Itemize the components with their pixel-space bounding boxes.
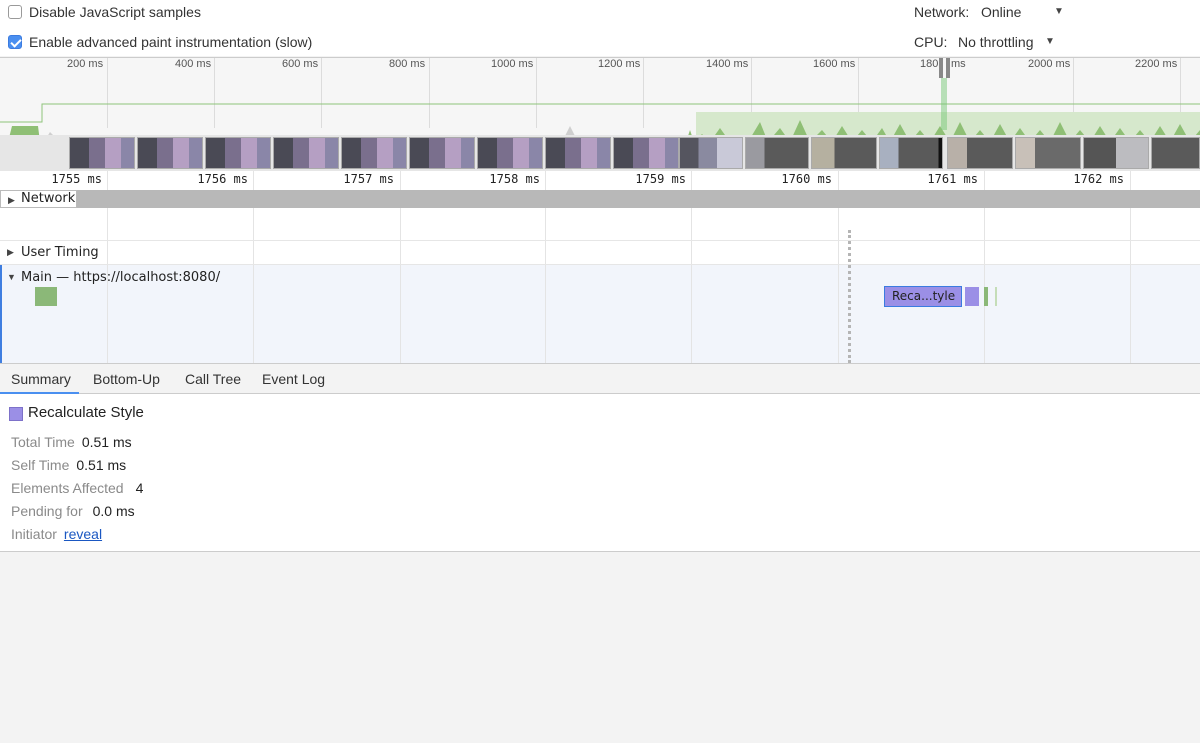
selection-window <box>941 78 947 130</box>
cpu-label: CPU: <box>914 34 948 50</box>
summary-value: 0.51 ms <box>81 434 132 450</box>
recalculate-style-block[interactable]: Reca...tyle <box>884 286 962 307</box>
overview-tick: 800 ms <box>389 58 426 70</box>
flame-chart[interactable]: ▶ Network ▶ User Timing ▼ Main — https:/… <box>0 190 1200 363</box>
summary-title: Recalculate Style <box>28 404 144 421</box>
task-block[interactable] <box>995 287 997 306</box>
summary-key: Pending for <box>11 503 83 519</box>
filmstrip-frame[interactable] <box>205 137 271 169</box>
filmstrip-frame[interactable] <box>745 137 809 169</box>
summary-row-self-time: Self Time 0.51 ms <box>11 457 126 473</box>
network-track[interactable] <box>0 190 1200 208</box>
network-track-label: Network <box>21 191 76 206</box>
tab-call-tree[interactable]: Call Tree <box>185 371 241 387</box>
ruler-tick: 1761 ms <box>927 172 978 186</box>
overview-tick: 2000 ms <box>1028 58 1071 70</box>
filmstrip-frame[interactable] <box>1015 137 1081 169</box>
filmstrip-frame[interactable] <box>879 137 943 169</box>
main-track-label[interactable]: Main — https://localhost:8080/ <box>21 270 220 285</box>
ruler-tick: 1759 ms <box>635 172 686 186</box>
network-label: Network: <box>914 4 970 20</box>
ruler-tick: 1757 ms <box>343 172 394 186</box>
task-block[interactable] <box>35 287 57 306</box>
main-track-selected-indicator <box>0 265 2 363</box>
filmstrip[interactable] <box>0 135 1200 171</box>
user-timing-track-label[interactable]: User Timing <box>21 245 99 260</box>
tab-bottom-up[interactable]: Bottom-Up <box>93 371 160 387</box>
filmstrip-frame[interactable] <box>679 137 743 169</box>
timeline-ruler: 1755 ms 1756 ms 1757 ms 1758 ms 1759 ms … <box>0 171 1200 190</box>
summary-row-total-time: Total Time 0.51 ms <box>11 434 132 450</box>
expand-triangle-icon[interactable]: ▶ <box>7 247 14 258</box>
settings-pane: Disable JavaScript samples Network: Onli… <box>0 0 1200 56</box>
filmstrip-frame[interactable] <box>477 137 543 169</box>
overview-tick: 1600 ms <box>813 58 856 70</box>
disable-js-samples-row[interactable]: Disable JavaScript samples Network: Onli… <box>0 0 1200 28</box>
summary-key: Self Time <box>11 457 70 473</box>
network-select[interactable]: Online <box>981 4 1021 20</box>
summary-value: 0.51 ms <box>76 457 127 473</box>
overview-tick: 1400 ms <box>706 58 749 70</box>
overview-tick: 180 <box>920 58 939 70</box>
expand-triangle-icon[interactable]: ▶ <box>8 193 15 209</box>
summary-row-elements-affected: Elements Affected 4 <box>11 480 143 496</box>
chevron-down-icon[interactable]: ▼ <box>1054 6 1064 17</box>
ruler-tick: 1755 ms <box>51 172 102 186</box>
summary-row-initiator: Initiator reveal <box>11 526 102 542</box>
overview-tick: 200 ms <box>67 58 104 70</box>
filmstrip-frame[interactable] <box>613 137 679 169</box>
initiator-reveal-link[interactable]: reveal <box>64 526 102 542</box>
overview-tick: ms <box>951 58 966 70</box>
summary-row-pending-for: Pending for 0.0 ms <box>11 503 135 519</box>
disable-js-samples-checkbox[interactable] <box>8 5 22 19</box>
filmstrip-frame[interactable] <box>1151 137 1200 169</box>
advanced-paint-row[interactable]: Enable advanced paint instrumentation (s… <box>0 30 1200 58</box>
summary-pane: Recalculate Style Total Time 0.51 ms Self… <box>0 394 1200 552</box>
filmstrip-frame[interactable] <box>273 137 339 169</box>
category-color-swatch <box>9 407 23 421</box>
timestamp-marker <box>848 230 851 363</box>
summary-key: Total Time <box>11 434 75 450</box>
ruler-tick: 1762 ms <box>1073 172 1124 186</box>
summary-value: 0.0 ms <box>92 503 135 519</box>
performance-panel: Disable JavaScript samples Network: Onli… <box>0 0 1200 743</box>
task-block[interactable] <box>965 287 979 306</box>
filmstrip-frame[interactable] <box>137 137 203 169</box>
selection-right-handle[interactable] <box>946 58 950 78</box>
network-track-header[interactable]: ▶ Network <box>0 190 77 208</box>
filmstrip-frame[interactable] <box>341 137 407 169</box>
overview-tick: 1000 ms <box>491 58 534 70</box>
ruler-tick: 1758 ms <box>489 172 540 186</box>
summary-value: 4 <box>135 480 144 496</box>
chevron-down-icon[interactable]: ▼ <box>1045 36 1055 47</box>
collapse-triangle-icon[interactable]: ▼ <box>7 272 16 282</box>
details-tabs: Summary Bottom-Up Call Tree Event Log <box>0 363 1200 394</box>
overview-tick: 2200 ms <box>1135 58 1178 70</box>
tab-event-log[interactable]: Event Log <box>262 371 325 387</box>
timeline-overview[interactable]: 200 ms 400 ms 600 ms 800 ms 1000 ms 1200… <box>0 57 1200 171</box>
tab-summary[interactable]: Summary <box>11 371 71 387</box>
task-block[interactable] <box>984 287 988 306</box>
summary-key: Initiator <box>11 526 57 542</box>
overview-tick: 600 ms <box>282 58 319 70</box>
summary-key: Elements Affected <box>11 480 124 496</box>
overview-tick: 400 ms <box>175 58 212 70</box>
cpu-select[interactable]: No throttling <box>958 34 1033 50</box>
filmstrip-frame[interactable] <box>811 137 877 169</box>
filmstrip-frame[interactable] <box>545 137 611 169</box>
filmstrip-frame[interactable] <box>409 137 475 169</box>
ruler-tick: 1756 ms <box>197 172 248 186</box>
advanced-paint-label[interactable]: Enable advanced paint instrumentation (s… <box>29 34 312 50</box>
selection-left-handle[interactable] <box>939 58 943 78</box>
filmstrip-frame[interactable] <box>69 137 135 169</box>
disable-js-samples-label[interactable]: Disable JavaScript samples <box>29 4 201 20</box>
ruler-tick: 1760 ms <box>781 172 832 186</box>
overview-tick: 1200 ms <box>598 58 641 70</box>
advanced-paint-checkbox[interactable] <box>8 35 22 49</box>
filmstrip-frame[interactable] <box>1083 137 1149 169</box>
filmstrip-frame[interactable] <box>947 137 1013 169</box>
